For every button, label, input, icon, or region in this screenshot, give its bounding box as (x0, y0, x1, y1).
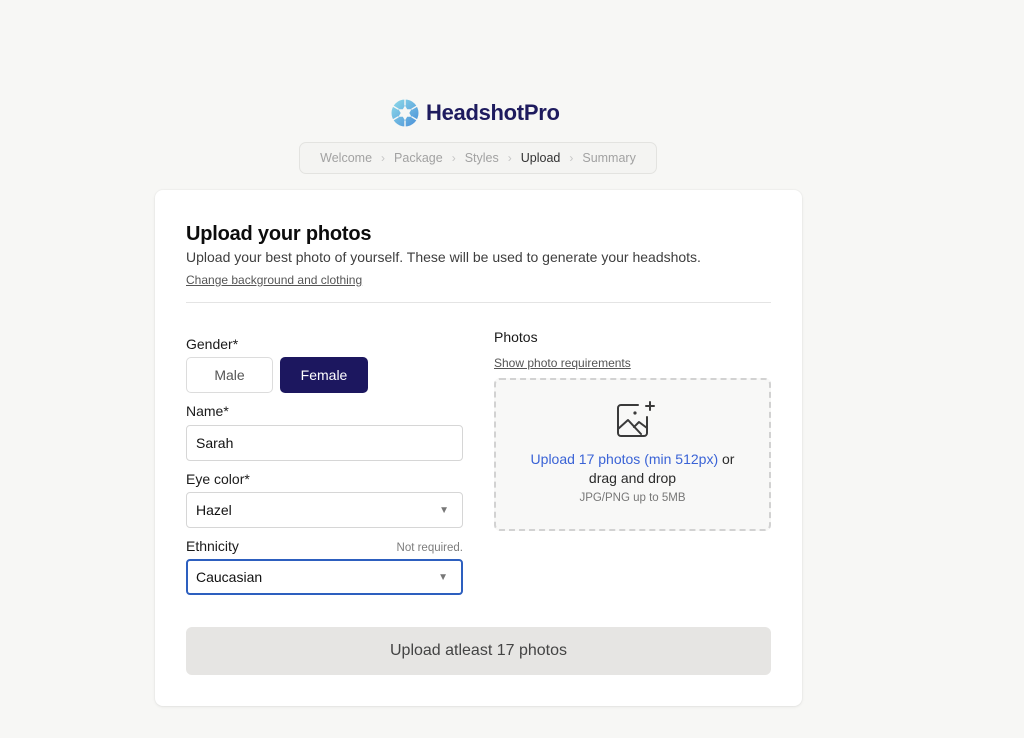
brand-logo[interactable]: HeadshotPro (391, 99, 560, 127)
page-title: Upload your photos (186, 223, 372, 245)
dropdown-arrow-icon: ▼ (438, 571, 448, 583)
breadcrumb-styles[interactable]: Styles (463, 151, 501, 165)
gender-male-button[interactable]: Male (186, 357, 273, 393)
breadcrumb-package[interactable]: Package (392, 151, 445, 165)
gender-label: Gender* (186, 336, 239, 352)
upload-submit-button[interactable]: Upload atleast 17 photos (186, 627, 771, 675)
image-add-icon (617, 401, 655, 437)
gender-female-button[interactable]: Female (280, 357, 368, 393)
divider (186, 302, 771, 303)
change-background-link[interactable]: Change background and clothing (186, 273, 362, 287)
ethnicity-optional-hint: Not required. (396, 542, 463, 554)
breadcrumb-summary[interactable]: Summary (580, 151, 637, 165)
breadcrumb-upload[interactable]: Upload (519, 151, 563, 165)
eye-color-select[interactable]: Hazel ▼ (186, 492, 463, 528)
drag-and-drop-text: drag and drop (588, 470, 677, 486)
upload-card: Upload your photos Upload your best phot… (155, 190, 802, 706)
dropzone-or-text: or (718, 451, 735, 467)
eye-color-label: Eye color* (186, 471, 250, 487)
dropdown-arrow-icon: ▼ (439, 504, 449, 516)
breadcrumb: Welcome › Package › Styles › Upload › Su… (299, 142, 657, 174)
eye-color-value: Hazel (196, 502, 232, 518)
dropzone-formats: JPG/PNG up to 5MB (579, 492, 686, 504)
chevron-right-icon: › (569, 151, 574, 165)
name-value: Sarah (196, 435, 234, 451)
ethnicity-select[interactable]: Caucasian ▼ (186, 559, 463, 595)
dropzone-instructions: Upload 17 photos (min 512px) or drag and… (496, 450, 769, 488)
chevron-right-icon: › (381, 151, 386, 165)
name-label: Name* (186, 403, 229, 419)
ethnicity-label: Ethnicity (186, 538, 239, 554)
show-photo-requirements-link[interactable]: Show photo requirements (494, 356, 631, 370)
headshotpro-logo-icon (391, 99, 419, 127)
page-subtitle: Upload your best photo of yourself. Thes… (186, 249, 701, 265)
breadcrumb-welcome[interactable]: Welcome (318, 151, 374, 165)
chevron-right-icon: › (451, 151, 456, 165)
name-input[interactable]: Sarah (186, 425, 463, 461)
ethnicity-value: Caucasian (196, 569, 263, 585)
photos-label: Photos (494, 329, 538, 345)
photo-dropzone[interactable]: Upload 17 photos (min 512px) or drag and… (494, 378, 771, 531)
upload-photos-link[interactable]: Upload 17 photos (min 512px) (531, 451, 719, 467)
chevron-right-icon: › (507, 151, 512, 165)
brand-name: HeadshotPro (426, 100, 560, 125)
page: HeadshotPro Welcome › Package › Styles ›… (0, 0, 1024, 738)
